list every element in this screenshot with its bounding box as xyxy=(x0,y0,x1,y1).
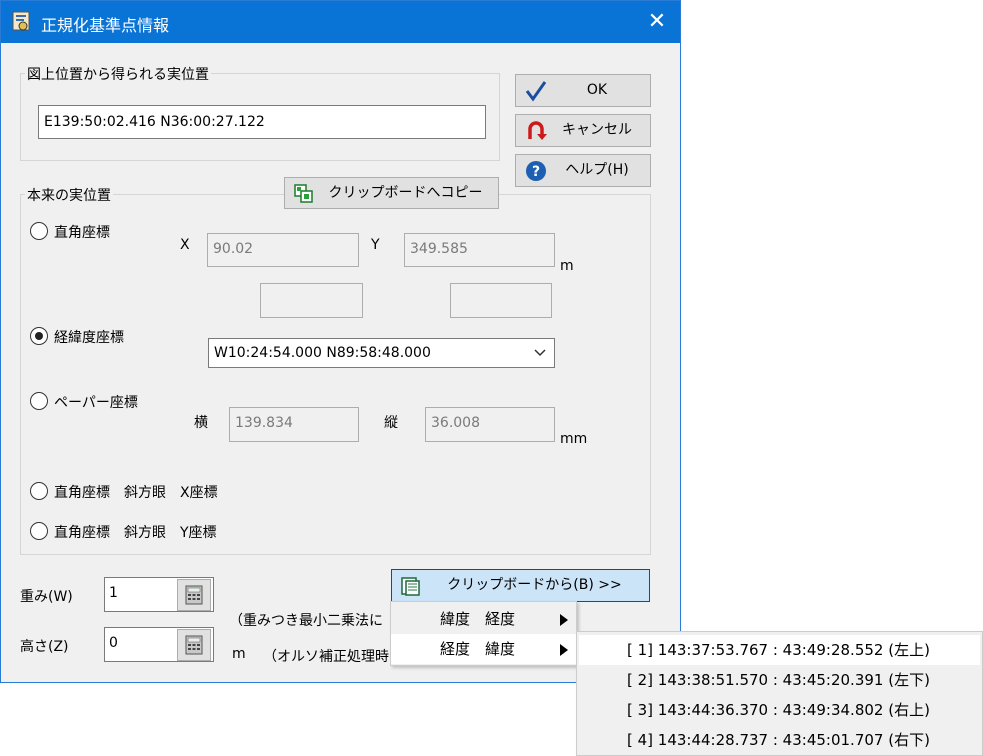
ok-button[interactable]: OK xyxy=(515,74,651,107)
copy-clipboard-label: クリップボードへコピー xyxy=(328,185,483,201)
radio-latlon-coords[interactable] xyxy=(30,327,48,345)
weight-note: （重みつき最小二乗法に xyxy=(229,613,383,629)
help-label: ヘルプ(H) xyxy=(565,162,629,178)
submenu-item-label: [ 2] 143:38:51.570 : 43:45:20.391 (左下) xyxy=(627,671,930,689)
submenu-item[interactable]: [ 4] 143:44:28.737 : 43:45:01.707 (右下) xyxy=(579,725,980,755)
weight-label: 重み(W) xyxy=(20,589,73,605)
rect-unit: m xyxy=(560,258,574,274)
paper-unit: mm xyxy=(560,431,588,447)
map-position-field: E139:50:02.416 N36:00:27.122 xyxy=(38,105,486,139)
help-button[interactable]: ? ヘルプ(H) xyxy=(515,154,651,187)
y-field[interactable]: 349.585 xyxy=(404,233,555,267)
dialog-window: 正規化基準点情報 ✕ 図上位置から得られる実位置 E139:50:02.416 … xyxy=(0,0,681,683)
rect-oblique-y-label[interactable]: 直角座標 斜方眼 Y座標 xyxy=(54,522,217,542)
horizontal-field[interactable]: 139.834 xyxy=(229,407,359,442)
context-menu: 緯度 経度 経度 緯度 xyxy=(390,601,577,666)
radio-paper-coords[interactable] xyxy=(30,392,48,410)
paper-coords-label[interactable]: ペーパー座標 xyxy=(54,392,138,412)
menu-item-lon-lat[interactable]: 経度 緯度 xyxy=(391,634,576,664)
height-calculator-button[interactable] xyxy=(177,629,211,661)
calculator-icon xyxy=(185,635,203,655)
radio-rect-coords[interactable] xyxy=(30,222,48,240)
copy-clipboard-button[interactable]: クリップボードへコピー xyxy=(284,177,499,209)
vertical-label: 縦 xyxy=(384,415,398,431)
close-icon[interactable]: ✕ xyxy=(637,5,677,39)
menu-item-label: 経度 緯度 xyxy=(440,640,516,658)
menu-item-lat-lon[interactable]: 緯度 経度 xyxy=(391,604,576,634)
cancel-button[interactable]: キャンセル xyxy=(515,114,651,147)
height-label: 高さ(Z) xyxy=(20,639,69,655)
calculator-icon xyxy=(185,585,203,605)
vertical-field[interactable]: 36.008 xyxy=(425,407,555,442)
submenu-item[interactable]: [ 3] 143:44:36.370 : 43:49:34.802 (右上) xyxy=(579,695,980,725)
menu-item-label: 緯度 経度 xyxy=(440,610,516,628)
ok-label: OK xyxy=(586,82,608,98)
from-clipboard-label: クリップボードから(B) >> xyxy=(447,577,622,593)
actual-position-label: 本来の実位置 xyxy=(25,185,113,205)
clipboard-paste-icon xyxy=(401,577,420,596)
extra-field-1[interactable] xyxy=(260,283,363,318)
submenu-item[interactable]: [ 2] 143:38:51.570 : 43:45:20.391 (左下) xyxy=(579,665,980,695)
weight-calculator-button[interactable] xyxy=(177,579,211,611)
height-note: （オルソ補正処理時 xyxy=(263,649,389,665)
horizontal-label: 横 xyxy=(194,415,208,431)
radio-rect-oblique-x[interactable] xyxy=(30,482,48,500)
clipboard-copy-icon xyxy=(294,184,313,203)
submenu-item-label: [ 1] 143:37:53.767 : 43:49:28.552 (左上) xyxy=(627,641,930,659)
submenu-item-label: [ 4] 143:44:28.737 : 43:45:01.707 (右下) xyxy=(627,731,930,749)
latlon-select[interactable]: W10:24:54.000 N89:58:48.000 xyxy=(208,338,555,368)
submenu-arrow-icon xyxy=(560,644,568,656)
rect-oblique-x-label[interactable]: 直角座標 斜方眼 X座標 xyxy=(54,482,218,502)
svg-text:?: ? xyxy=(532,164,540,180)
latlon-coords-label[interactable]: 経緯度座標 xyxy=(54,327,124,347)
submenu-arrow-icon xyxy=(560,614,568,626)
rect-coords-label[interactable]: 直角座標 xyxy=(54,222,110,242)
extra-field-2[interactable] xyxy=(450,283,552,318)
chevron-down-icon xyxy=(534,349,546,357)
y-label: Y xyxy=(371,237,380,253)
submenu: [ 1] 143:37:53.767 : 43:49:28.552 (左上) [… xyxy=(576,631,983,756)
submenu-item[interactable]: [ 1] 143:37:53.767 : 43:49:28.552 (左上) xyxy=(579,635,980,665)
from-clipboard-button[interactable]: クリップボードから(B) >> xyxy=(391,569,650,602)
x-field[interactable]: 90.02 xyxy=(207,233,359,267)
x-label: X xyxy=(180,237,190,253)
map-position-label: 図上位置から得られる実位置 xyxy=(25,64,211,84)
window-title: 正規化基準点情報 xyxy=(41,16,170,35)
title-bar: 正規化基準点情報 ✕ xyxy=(1,1,680,43)
height-unit: m xyxy=(232,646,246,662)
submenu-item-label: [ 3] 143:44:36.370 : 43:49:34.802 (右上) xyxy=(627,701,930,719)
latlon-select-value: W10:24:54.000 N89:58:48.000 xyxy=(214,345,431,361)
radio-rect-oblique-y[interactable] xyxy=(30,522,48,540)
app-icon xyxy=(12,11,30,31)
cancel-label: キャンセル xyxy=(562,122,632,138)
